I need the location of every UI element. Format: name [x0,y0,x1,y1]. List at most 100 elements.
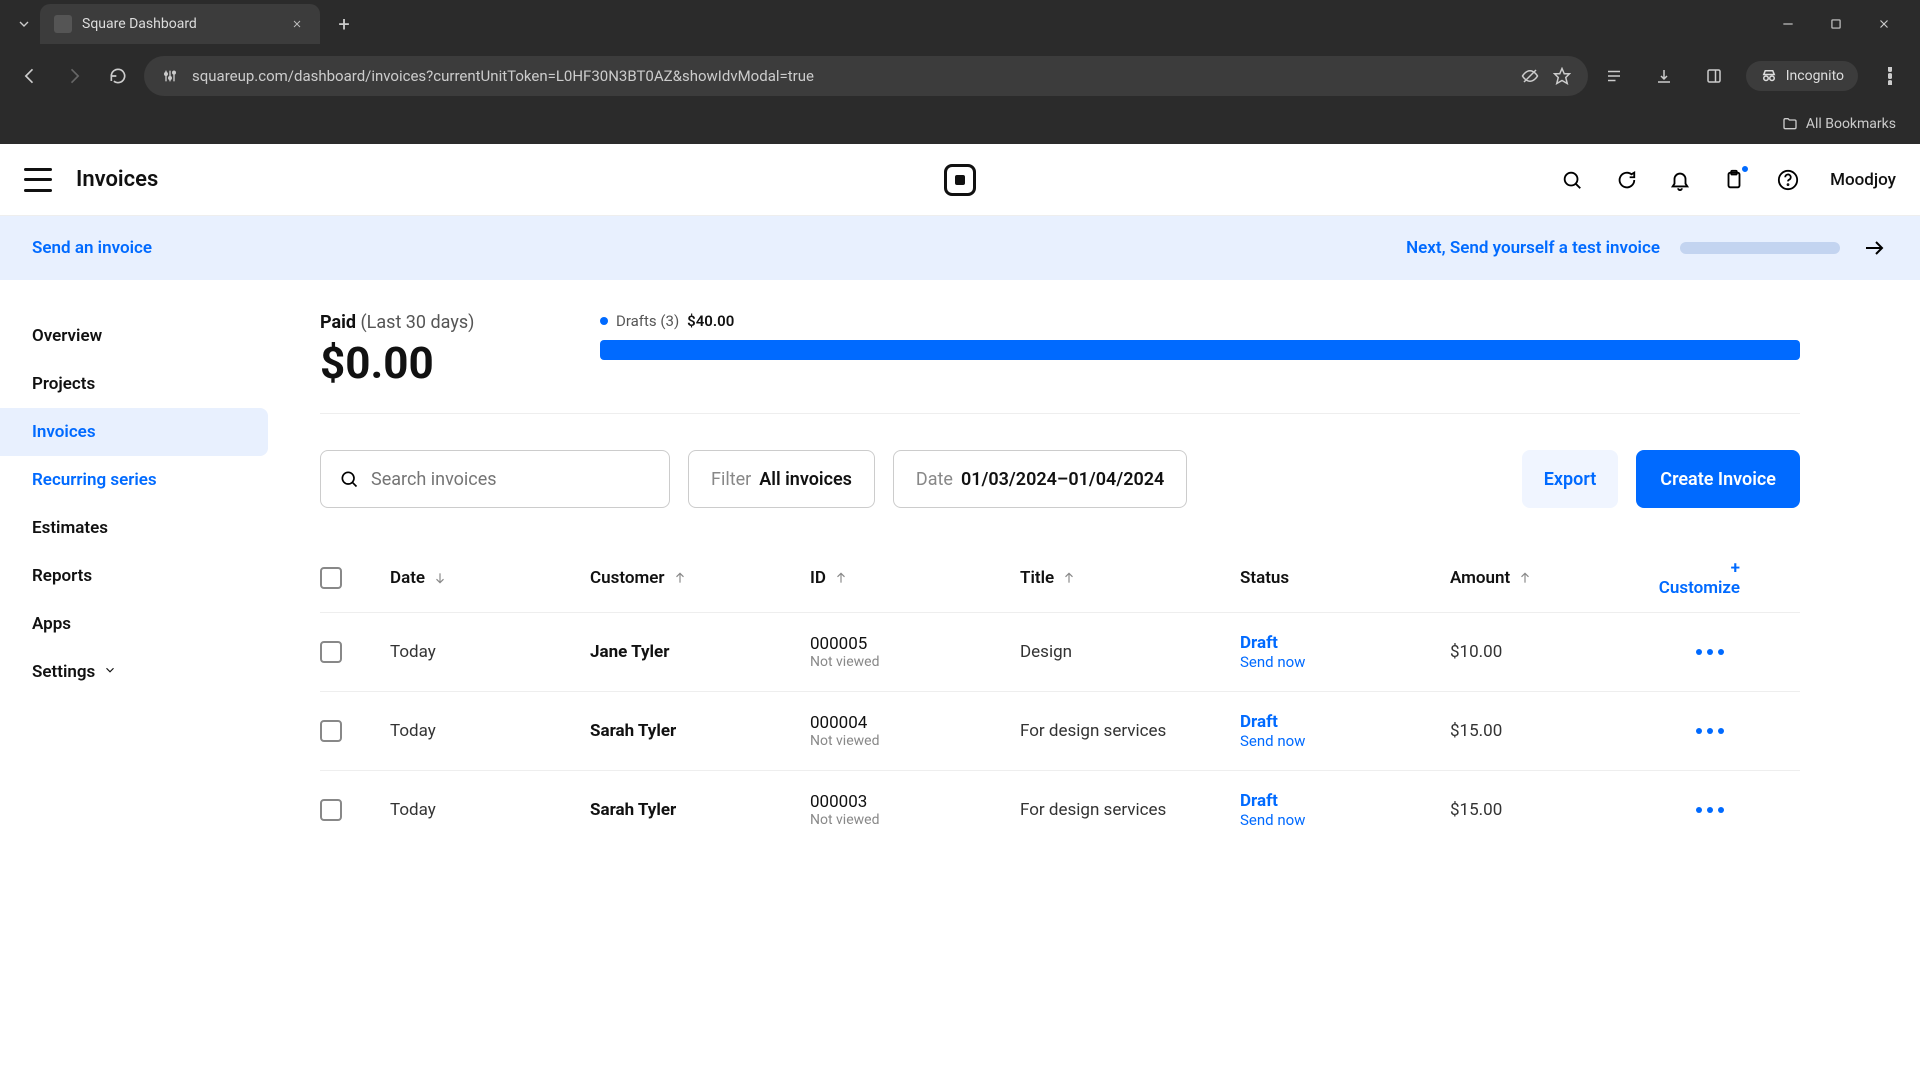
search-icon [339,469,359,489]
help-icon[interactable] [1776,168,1800,192]
search-box[interactable] [320,450,670,508]
table-row[interactable]: Today Sarah Tyler 000004 Not viewed For … [320,691,1800,770]
bell-icon[interactable] [1668,168,1692,192]
close-icon[interactable] [288,15,306,33]
legend-dot-icon [600,317,608,325]
paid-period: (Last 30 days) [361,312,475,333]
new-tab-button[interactable]: + [328,8,360,40]
bookmarks-bar: All Bookmarks [0,104,1920,144]
table-row[interactable]: Today Jane Tyler 000005 Not viewed Desig… [320,612,1800,691]
sidebar-item-settings[interactable]: Settings [0,648,280,696]
sidebar-label: Reports [32,566,92,586]
sidebar-item-estimates[interactable]: Estimates [0,504,280,552]
select-all-checkbox[interactable] [320,567,342,589]
filter-label: Filter [711,469,751,490]
table-header: Date Customer ID Title [320,544,1800,612]
cell-id-sub: Not viewed [810,812,1020,828]
sidebar-label: Settings [32,662,95,682]
page-title: Invoices [76,167,158,192]
chat-icon[interactable] [1614,168,1638,192]
col-customer[interactable]: Customer [590,568,810,588]
sidebar-item-projects[interactable]: Projects [0,360,280,408]
row-checkbox[interactable] [320,641,342,663]
sidebar-item-invoices[interactable]: Invoices [0,408,268,456]
send-now-link[interactable]: Send now [1240,732,1450,750]
sidebar-item-recurring-series[interactable]: Recurring series [0,456,280,504]
arrow-right-icon[interactable] [1860,234,1888,262]
status-badge: Draft [1240,633,1450,653]
row-checkbox[interactable] [320,720,342,742]
customize-columns-button[interactable]: + Customize [1650,558,1740,598]
cell-customer: Sarah Tyler [590,800,810,820]
star-icon[interactable] [1552,66,1572,86]
paid-label: Paid [320,312,356,333]
kebab-menu-icon[interactable] [1872,58,1908,94]
row-checkbox[interactable] [320,799,342,821]
col-date[interactable]: Date [390,568,590,588]
sidebar-item-apps[interactable]: Apps [0,600,280,648]
tab-favicon [54,15,72,33]
cell-id-sub: Not viewed [810,654,1020,670]
window-controls [1776,12,1912,36]
status-badge: Draft [1240,712,1450,732]
tab-title: Square Dashboard [82,16,288,32]
all-bookmarks-link[interactable]: All Bookmarks [1806,116,1896,132]
sidebar-item-overview[interactable]: Overview [0,312,280,360]
browser-tab[interactable]: Square Dashboard [40,4,320,44]
create-invoice-button[interactable]: Create Invoice [1636,450,1800,508]
send-now-link[interactable]: Send now [1240,653,1450,671]
export-button[interactable]: Export [1522,450,1619,508]
incognito-label: Incognito [1786,68,1844,84]
date-value: 01/03/2024–01/04/2024 [961,469,1164,490]
banner-progress [1680,242,1840,254]
cell-status: Draft Send now [1240,791,1450,829]
clipboard-icon[interactable] [1722,168,1746,192]
more-actions-icon[interactable] [1650,728,1740,734]
incognito-indicator[interactable]: Incognito [1746,61,1858,91]
media-icon[interactable] [1596,58,1632,94]
search-icon[interactable] [1560,168,1584,192]
header-actions: Moodjoy [1560,168,1896,192]
send-now-link[interactable]: Send now [1240,811,1450,829]
more-actions-icon[interactable] [1650,649,1740,655]
cell-date: Today [390,800,590,820]
col-amount[interactable]: Amount [1450,568,1650,588]
site-settings-icon[interactable] [160,66,180,86]
col-label: Customer [590,568,665,588]
more-actions-icon[interactable] [1650,807,1740,813]
reload-button[interactable] [100,58,136,94]
arrow-up-icon [1060,569,1078,587]
forward-button[interactable] [56,58,92,94]
square-logo-icon[interactable] [944,164,976,196]
back-button[interactable] [12,58,48,94]
minimize-icon[interactable] [1776,12,1800,36]
sidebar-label: Projects [32,374,95,394]
search-input[interactable] [371,469,651,490]
close-window-icon[interactable] [1872,12,1896,36]
paid-amount: $0.00 [320,337,560,389]
sidebar-item-reports[interactable]: Reports [0,552,280,600]
drafts-label: Drafts (3) [616,312,679,330]
date-pill[interactable]: Date 01/03/2024–01/04/2024 [893,450,1187,508]
notification-dot [1740,164,1750,174]
cell-id-number: 000005 [810,634,1020,654]
col-title[interactable]: Title [1020,568,1240,588]
url-box[interactable]: squareup.com/dashboard/invoices?currentU… [144,56,1588,96]
app-body: Overview Projects Invoices Recurring ser… [0,280,1920,849]
filter-pill[interactable]: Filter All invoices [688,450,875,508]
filters-row: Filter All invoices Date 01/03/2024–01/0… [320,450,1800,508]
col-id[interactable]: ID [810,568,1020,588]
cell-customer: Sarah Tyler [590,721,810,741]
col-status[interactable]: Status [1240,568,1450,588]
table-row[interactable]: Today Sarah Tyler 000003 Not viewed For … [320,770,1800,849]
maximize-icon[interactable] [1824,12,1848,36]
eye-off-icon[interactable] [1520,66,1540,86]
tab-search-chevron[interactable] [8,8,40,40]
downloads-icon[interactable] [1646,58,1682,94]
sidepanel-icon[interactable] [1696,58,1732,94]
user-menu[interactable]: Moodjoy [1830,170,1896,190]
hamburger-icon[interactable] [24,168,52,192]
cell-title: For design services [1020,721,1240,741]
banner-title[interactable]: Send an invoice [32,238,152,258]
browser-chrome: Square Dashboard + [0,0,1920,144]
